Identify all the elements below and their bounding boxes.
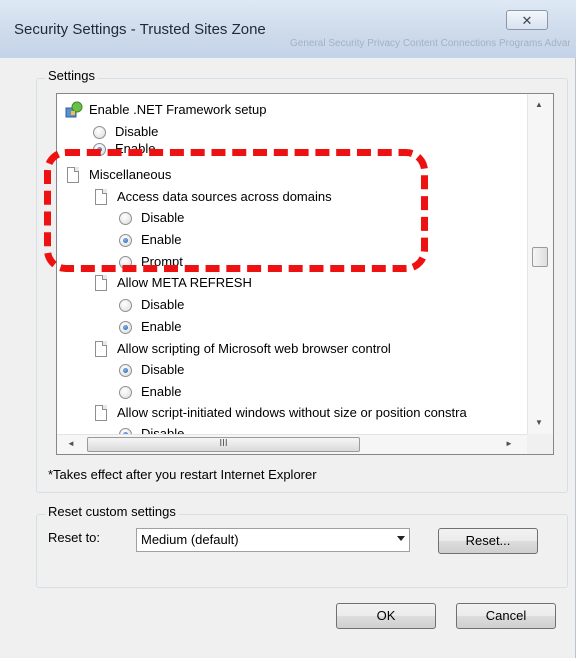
ok-button[interactable]: OK	[336, 603, 436, 629]
horizontal-scrollbar[interactable]: ◄ III ►	[57, 434, 527, 454]
page-icon	[67, 167, 79, 183]
radio-label: Disable	[141, 297, 185, 312]
category-label: Miscellaneous	[89, 167, 172, 182]
radio-icon	[93, 143, 106, 156]
radio-label: Disable	[141, 362, 185, 377]
dropdown-value: Medium (default)	[141, 532, 239, 547]
setting-label: Allow META REFRESH	[117, 275, 252, 290]
radio-label: Disable	[141, 210, 185, 225]
cancel-button[interactable]: Cancel	[456, 603, 556, 629]
page-icon	[95, 405, 107, 421]
close-icon: ✕	[521, 13, 533, 28]
net-framework-icon	[65, 101, 83, 118]
page-icon	[95, 341, 107, 357]
reset-to-label: Reset to:	[48, 530, 101, 545]
radio-label: Enable	[141, 319, 182, 334]
close-button[interactable]: ✕	[506, 10, 548, 30]
radio-icon	[119, 321, 132, 334]
radio-icon	[119, 234, 132, 247]
radio-icon	[119, 299, 132, 312]
reset-button[interactable]: Reset...	[438, 528, 538, 554]
page-icon	[95, 189, 107, 205]
reset-group-label: Reset custom settings	[45, 504, 179, 519]
scroll-left-arrow-icon[interactable]: ◄	[67, 439, 75, 448]
horizontal-scroll-thumb[interactable]: III	[87, 437, 360, 452]
radio-label: Enable	[115, 141, 156, 156]
title-bar: General Security Privacy Content Connect…	[0, 0, 576, 59]
scroll-down-arrow-icon[interactable]: ▼	[535, 418, 543, 427]
vertical-scrollbar[interactable]: ▲ ▼	[527, 94, 553, 434]
setting-label: Allow script-initiated windows without s…	[117, 405, 467, 420]
radio-label: Enable	[141, 384, 182, 399]
reset-level-dropdown[interactable]: Medium (default)	[136, 528, 410, 552]
grip-icon: III	[219, 438, 228, 449]
dropdown-arrow-icon	[397, 536, 405, 541]
radio-icon	[119, 256, 132, 269]
scroll-up-arrow-icon[interactable]: ▲	[535, 100, 543, 109]
radio-label: Prompt	[141, 254, 183, 269]
setting-label: Access data sources across domains	[117, 189, 332, 204]
scrollbar-corner	[527, 434, 553, 454]
radio-icon	[119, 364, 132, 377]
page-icon	[95, 275, 107, 291]
setting-label: Allow scripting of Microsoft web browser…	[117, 341, 391, 356]
scroll-right-arrow-icon[interactable]: ►	[505, 439, 513, 448]
setting-label: Enable .NET Framework setup	[89, 102, 267, 117]
vertical-scroll-thumb[interactable]	[532, 247, 548, 267]
radio-icon	[119, 212, 132, 225]
settings-listbox[interactable]: Enable .NET Framework setup Disable Enab…	[56, 93, 554, 455]
background-tabs: General Security Privacy Content Connect…	[290, 38, 570, 49]
radio-icon	[93, 126, 106, 139]
radio-label: Disable	[141, 426, 185, 434]
window-title: Security Settings - Trusted Sites Zone	[14, 21, 266, 38]
settings-group-label: Settings	[45, 68, 98, 83]
restart-note: *Takes effect after you restart Internet…	[48, 467, 317, 482]
radio-label: Enable	[141, 232, 182, 247]
radio-icon	[119, 386, 132, 399]
settings-list: Enable .NET Framework setup Disable Enab…	[57, 94, 527, 434]
